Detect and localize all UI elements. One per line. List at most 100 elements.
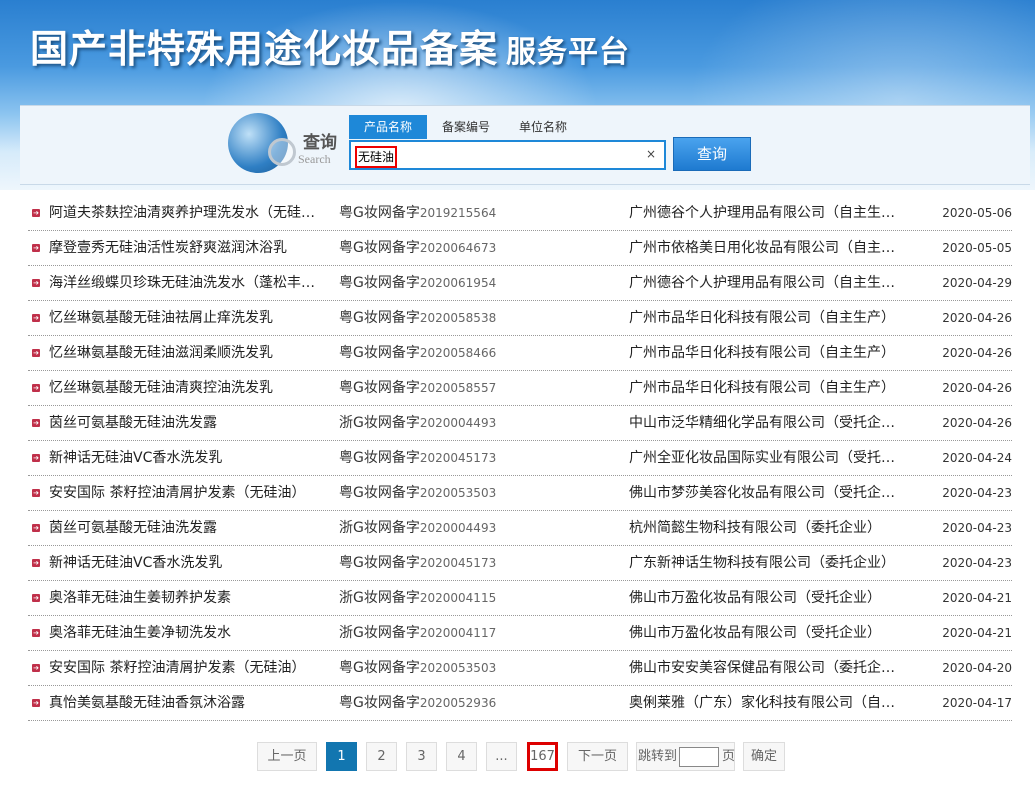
product-name-link[interactable]: 新神话无硅油VC香水洗发乳 [49,441,222,475]
company-name: 广州市品华日化科技有限公司（自主生产） [629,345,895,361]
next-page-button[interactable]: 下一页 [567,742,628,771]
company-name: 广州德谷个人护理用品有限公司（自主生… [629,275,895,291]
record-num: 2020004493 [419,416,497,430]
arrow-right-icon: ➔ [32,594,40,602]
table-row[interactable]: ➔ 新神话无硅油VC香水洗发乳 粤G妆网备字2020045173 广东新神话生物… [28,546,1012,581]
tab-company-name[interactable]: 单位名称 [507,115,579,139]
product-name-link[interactable]: 茵丝可氨基酸无硅油洗发露 [49,406,217,440]
product-name-link[interactable]: 奥洛菲无硅油生姜净韧洗发水 [49,616,231,650]
product-name-link[interactable]: 奥洛菲无硅油生姜韧养护发素 [49,581,231,615]
last-page-button[interactable]: 167 [527,742,558,771]
record-num: 2020004493 [419,521,497,535]
product-name-link[interactable]: 安安国际 茶籽控油清屑护发素（无硅油） [49,476,305,510]
product-name-link[interactable]: 忆丝琳氨基酸无硅油祛屑止痒洗发乳 [49,301,273,335]
record-prefix: 粤G妆网备字 [339,660,420,676]
record-num: 2020053503 [419,661,497,675]
clear-icon[interactable]: × [646,147,656,161]
record-number: 粤G妆网备字2019215564 [339,196,496,230]
record-number: 浙G妆网备字2020004493 [339,406,496,440]
company-name: 广州德谷个人护理用品有限公司（自主生… [629,205,895,221]
table-row[interactable]: ➔ 茵丝可氨基酸无硅油洗发露 浙G妆网备字2020004493 杭州简懿生物科技… [28,511,1012,546]
product-name-link[interactable]: 真怡美氨基酸无硅油香氛沐浴露 [49,686,245,720]
page-ellipsis: ... [486,742,517,771]
record-date: 2020-04-20 [942,661,1012,675]
prev-page-button[interactable]: 上一页 [257,742,317,771]
table-row[interactable]: ➔ 阿道夫茶麸控油清爽养护理洗发水（无硅… 粤G妆网备字2019215564 广… [28,196,1012,231]
table-row[interactable]: ➔ 安安国际 茶籽控油清屑护发素（无硅油） 粤G妆网备字2020053503 佛… [28,651,1012,686]
title-sub: 服务平台 [506,35,631,70]
record-num: 2019215564 [419,206,497,220]
arrow-right-icon: ➔ [32,664,40,672]
record-prefix: 粤G妆网备字 [339,240,420,256]
page-2-button[interactable]: 2 [366,742,397,771]
record-num: 2020045173 [419,451,497,465]
jump-label: 跳转到 [638,749,678,764]
record-date: 2020-04-26 [942,346,1012,360]
arrow-right-icon: ➔ [32,384,40,392]
page-3-button[interactable]: 3 [406,742,437,771]
table-row[interactable]: ➔ 海洋丝缎蝶贝珍珠无硅油洗发水（蓬松丰… 粤G妆网备字2020061954 广… [28,266,1012,301]
table-row[interactable]: ➔ 新神话无硅油VC香水洗发乳 粤G妆网备字2020045173 广州全亚化妆品… [28,441,1012,476]
jump-to-page: 跳转到 页 [636,742,735,771]
record-date: 2020-04-29 [942,276,1012,290]
product-name-link[interactable]: 海洋丝缎蝶贝珍珠无硅油洗发水（蓬松丰… [49,266,315,300]
jump-page-input[interactable] [679,747,719,767]
record-date: 2020-04-26 [942,381,1012,395]
record-num: 2020052936 [419,696,497,710]
arrow-right-icon: ➔ [32,489,40,497]
record-num: 2020058466 [419,346,497,360]
record-num: 2020064673 [419,241,497,255]
record-num: 2020004117 [419,626,497,640]
record-number: 粤G妆网备字2020058466 [339,336,496,370]
arrow-right-icon: ➔ [32,209,40,217]
table-row[interactable]: ➔ 忆丝琳氨基酸无硅油祛屑止痒洗发乳 粤G妆网备字2020058538 广州市品… [28,301,1012,336]
table-row[interactable]: ➔ 摩登壹秀无硅油活性炭舒爽滋润沐浴乳 粤G妆网备字2020064673 广州市… [28,231,1012,266]
arrow-right-icon: ➔ [32,699,40,707]
site-title: 国产非特殊用途化妆品备案 服务平台 [30,18,630,73]
company-name: 佛山市万盈化妆品有限公司（受托企业） [629,625,881,641]
table-row[interactable]: ➔ 奥洛菲无硅油生姜韧养护发素 浙G妆网备字2020004115 佛山市万盈化妆… [28,581,1012,616]
arrow-right-icon: ➔ [32,559,40,567]
tab-record-number[interactable]: 备案编号 [430,115,502,139]
record-prefix: 浙G妆网备字 [339,625,420,641]
company-name: 广州市品华日化科技有限公司（自主生产） [629,310,895,326]
record-number: 粤G妆网备字2020045173 [339,546,496,580]
record-number: 粤G妆网备字2020058538 [339,301,496,335]
product-name-link[interactable]: 安安国际 茶籽控油清屑护发素（无硅油） [49,651,305,685]
page-1-button[interactable]: 1 [326,742,357,771]
search-logo-text: 查询 [303,133,337,153]
search-button[interactable]: 查询 [673,137,751,171]
product-name-link[interactable]: 茵丝可氨基酸无硅油洗发露 [49,511,217,545]
table-row[interactable]: ➔ 安安国际 茶籽控油清屑护发素（无硅油） 粤G妆网备字2020053503 佛… [28,476,1012,511]
table-row[interactable]: ➔ 真怡美氨基酸无硅油香氛沐浴露 粤G妆网备字2020052936 奥俐莱雅（广… [28,686,1012,721]
table-row[interactable]: ➔ 忆丝琳氨基酸无硅油清爽控油洗发乳 粤G妆网备字2020058557 广州市品… [28,371,1012,406]
record-num: 2020058538 [419,311,497,325]
record-prefix: 粤G妆网备字 [339,345,420,361]
tab-product-name[interactable]: 产品名称 [349,115,427,139]
record-number: 粤G妆网备字2020061954 [339,266,496,300]
search-logo-sub: Search [298,152,331,166]
search-input[interactable]: 无硅油 × [349,140,666,170]
company-name: 中山市泛华精细化学品有限公司（受托企… [629,415,895,431]
product-name-link[interactable]: 摩登壹秀无硅油活性炭舒爽滋润沐浴乳 [49,231,287,265]
table-row[interactable]: ➔ 茵丝可氨基酸无硅油洗发露 浙G妆网备字2020004493 中山市泛华精细化… [28,406,1012,441]
record-prefix: 粤G妆网备字 [339,310,420,326]
record-number: 粤G妆网备字2020045173 [339,441,496,475]
product-name-link[interactable]: 忆丝琳氨基酸无硅油滋润柔顺洗发乳 [49,336,273,370]
table-row[interactable]: ➔ 忆丝琳氨基酸无硅油滋润柔顺洗发乳 粤G妆网备字2020058466 广州市品… [28,336,1012,371]
company-name: 广东新神话生物科技有限公司（委托企业） [629,555,895,571]
confirm-jump-button[interactable]: 确定 [743,742,785,771]
table-row[interactable]: ➔ 奥洛菲无硅油生姜净韧洗发水 浙G妆网备字2020004117 佛山市万盈化妆… [28,616,1012,651]
product-name-link[interactable]: 忆丝琳氨基酸无硅油清爽控油洗发乳 [49,371,273,405]
record-number: 粤G妆网备字2020053503 [339,651,496,685]
product-name-link[interactable]: 新神话无硅油VC香水洗发乳 [49,546,222,580]
page-unit-label: 页 [722,749,736,764]
arrow-right-icon: ➔ [32,349,40,357]
record-date: 2020-04-26 [942,311,1012,325]
page-4-button[interactable]: 4 [446,742,477,771]
arrow-right-icon: ➔ [32,244,40,252]
record-prefix: 粤G妆网备字 [339,555,420,571]
product-name-link[interactable]: 阿道夫茶麸控油清爽养护理洗发水（无硅… [49,196,315,230]
magnifier-icon [268,138,296,166]
company-name: 佛山市万盈化妆品有限公司（受托企业） [629,590,881,606]
